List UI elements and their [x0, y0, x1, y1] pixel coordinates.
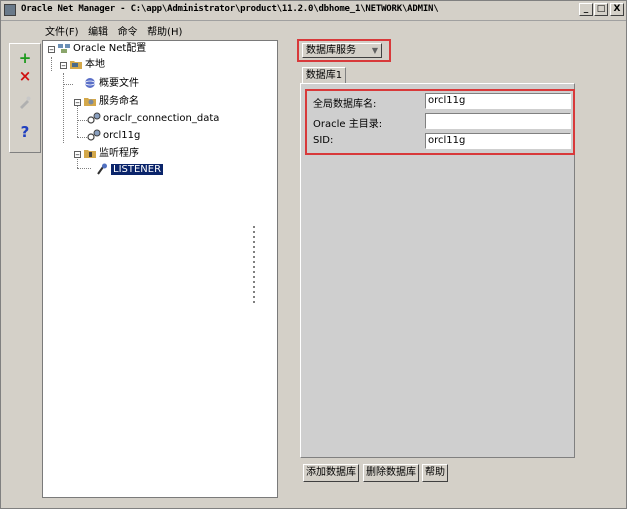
global-db-name-input[interactable]: orcl11g: [425, 93, 571, 109]
tree-label-listener: LISTENER: [111, 164, 164, 175]
tree-node-service-oraclr[interactable]: oraclr_connection_data: [87, 112, 219, 126]
tree-node-profile[interactable]: 概要文件: [83, 77, 139, 91]
help-icon[interactable]: ?: [10, 122, 40, 142]
chevron-down-icon: ▼: [371, 46, 378, 55]
sid-label: SID:: [313, 135, 334, 146]
tree-collapse-listeners[interactable]: −: [74, 151, 81, 159]
tree-label-local: 本地: [85, 59, 105, 70]
add-database-button[interactable]: 添加数据库: [303, 464, 359, 482]
tree-collapse-local[interactable]: −: [60, 62, 67, 70]
tree-node-service-naming[interactable]: 服务命名: [83, 95, 139, 109]
tree-label-service-naming: 服务命名: [99, 96, 139, 107]
listener-folder-icon: [83, 147, 97, 159]
local-folder-icon: [69, 58, 83, 70]
remove-icon[interactable]: ×: [10, 66, 40, 86]
remove-database-button[interactable]: 删除数据库: [363, 464, 419, 482]
tree-node-listener[interactable]: LISTENER: [95, 163, 164, 177]
tree-collapse-root[interactable]: −: [48, 46, 55, 54]
sid-input[interactable]: orcl11g: [425, 133, 571, 149]
dropdown-value: 数据库服务: [306, 45, 356, 56]
window-title: Oracle Net Manager - C:\app\Administrato…: [21, 4, 439, 14]
tree-node-local[interactable]: 本地: [69, 58, 105, 72]
help-button[interactable]: 帮助: [422, 464, 448, 482]
tree-label-service-oraclr: oraclr_connection_data: [103, 113, 220, 124]
title-bar: Oracle Net Manager - C:\app\Administrato…: [1, 1, 626, 21]
add-icon[interactable]: +: [10, 48, 40, 68]
listener-section-dropdown[interactable]: 数据库服务 ▼: [302, 43, 382, 58]
tree-collapse-service-naming[interactable]: −: [74, 99, 81, 107]
menu-edit[interactable]: 编辑: [88, 23, 108, 38]
wizard-icon[interactable]: [10, 94, 40, 114]
tree-label-listeners: 监听程序: [99, 148, 139, 159]
tree-label-root: Oracle Net配置: [73, 43, 147, 54]
app-icon: [4, 4, 16, 16]
listener-icon: [95, 163, 109, 175]
service-icon: [87, 129, 101, 141]
tree-label-profile: 概要文件: [99, 78, 139, 89]
tree-node-listeners[interactable]: 监听程序: [83, 147, 139, 161]
close-button[interactable]: X: [610, 3, 624, 16]
side-toolbar: + × ?: [9, 43, 41, 153]
service-icon: [87, 112, 101, 124]
tree-node-service-orcl11g[interactable]: orcl11g: [87, 129, 140, 143]
oracle-net-manager-window: Oracle Net Manager - C:\app\Administrato…: [0, 0, 627, 509]
splitter-handle[interactable]: [253, 226, 256, 306]
menu-command[interactable]: 命令: [118, 23, 138, 38]
menu-file[interactable]: 文件(F): [45, 23, 79, 38]
menu-bar: 文件(F) 编辑 命令 帮助(H): [45, 23, 188, 38]
global-db-name-label: 全局数据库名:: [313, 99, 377, 110]
oracle-home-label: Oracle 主目录:: [313, 119, 383, 130]
tree-node-root[interactable]: Oracle Net配置: [57, 42, 146, 56]
network-config-icon: [57, 42, 71, 54]
highlight-database-fields: 全局数据库名: orcl11g Oracle 主目录: SID: orcl11g: [305, 89, 575, 155]
tree-label-service-orcl11g: orcl11g: [103, 130, 141, 141]
minimize-button[interactable]: _: [579, 3, 593, 16]
maximize-button[interactable]: □: [594, 3, 608, 16]
highlight-dropdown: 数据库服务 ▼: [297, 39, 391, 62]
profile-icon: [83, 77, 97, 89]
service-folder-icon: [83, 95, 97, 107]
navigator-tree: − Oracle Net配置 − 本地 概要文件 − 服务命名 oraclr_c…: [42, 40, 278, 498]
tab-database1[interactable]: 数据库1: [302, 67, 346, 84]
menu-help[interactable]: 帮助(H): [147, 23, 182, 38]
oracle-home-input[interactable]: [425, 113, 571, 129]
